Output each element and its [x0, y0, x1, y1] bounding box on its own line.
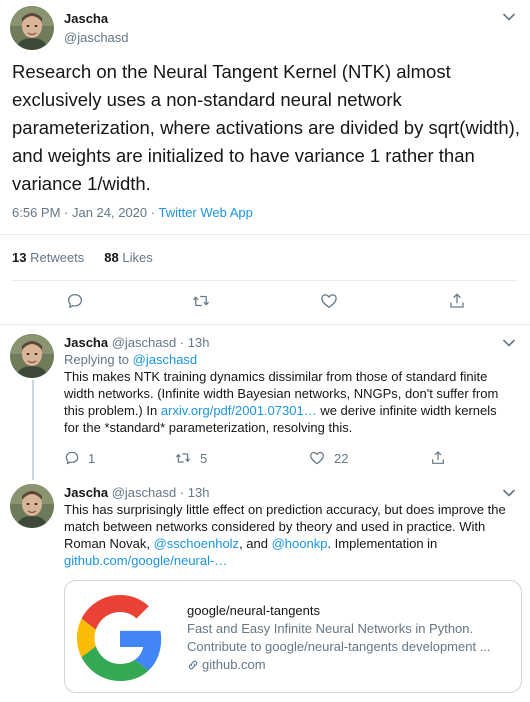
avatar[interactable]: [10, 6, 54, 50]
author-name[interactable]: Jascha: [64, 485, 108, 500]
divider: [12, 280, 518, 281]
like-count: 88: [104, 250, 119, 265]
reply-body: Jascha @jaschasd · 13h This has surprisi…: [64, 484, 514, 569]
likes-stat[interactable]: 88 Likes: [104, 250, 152, 265]
retweets-stat[interactable]: 13 Retweets: [12, 250, 84, 265]
reply-tweet-1[interactable]: Jascha @jaschasd · 13h Replying to @jasc…: [10, 334, 520, 474]
avatar[interactable]: [10, 334, 54, 378]
like-action[interactable]: 22: [308, 450, 348, 466]
reply-actions: 1 5 22: [64, 450, 484, 470]
mention-hoonkp[interactable]: @hoonkp: [272, 536, 328, 551]
tweet-stats: 13 Retweets 88 Likes: [12, 250, 173, 265]
divider: [0, 234, 530, 235]
heart-icon[interactable]: [308, 450, 326, 466]
share-icon[interactable]: [446, 290, 468, 312]
reply-time[interactable]: · 13h: [180, 485, 210, 500]
chevron-down-icon[interactable]: [502, 10, 516, 29]
divider: [0, 324, 530, 325]
reply-body: Jascha @jaschasd · 13h Replying to @jasc…: [64, 334, 514, 436]
retweet-icon[interactable]: [174, 450, 192, 466]
replying-to-mention[interactable]: @jaschasd: [133, 352, 198, 367]
replying-prefix: Replying to: [64, 352, 133, 367]
reply-tweet-2[interactable]: Jascha @jaschasd · 13h This has surprisi…: [10, 484, 520, 574]
google-g-logo: [77, 595, 162, 681]
replying-to: Replying to @jaschasd: [64, 351, 514, 368]
reply-icon[interactable]: [64, 450, 80, 466]
like-label: Likes: [122, 250, 153, 265]
reply-action[interactable]: 1: [64, 450, 95, 466]
card-domain-text: github.com: [202, 657, 266, 672]
heart-icon[interactable]: [318, 290, 340, 312]
card-title: google/neural-tangents: [187, 603, 320, 618]
reply-header: Jascha @jaschasd · 13h: [64, 484, 514, 501]
card-body: google/neural-tangents Fast and Easy Inf…: [187, 602, 517, 674]
retweet-label: Retweets: [30, 250, 85, 265]
tweet-text: Research on the Neural Tangent Kernel (N…: [12, 61, 520, 194]
author-handle[interactable]: @jaschasd: [112, 485, 177, 500]
author-handle[interactable]: @jaschasd: [112, 335, 177, 350]
link-icon: [188, 660, 198, 670]
card-domain: github.com: [187, 656, 517, 674]
link-card[interactable]: google/neural-tangents Fast and Easy Inf…: [64, 580, 522, 693]
author-name[interactable]: Jascha: [64, 10, 129, 27]
reply-text: This has surprisingly little effect on p…: [64, 501, 514, 569]
author-name[interactable]: Jascha: [64, 335, 108, 350]
tweet-meta: 6:56 PM · Jan 24, 2020 · Twitter Web App: [12, 205, 253, 220]
card-description-line1: Fast and Easy Infinite Neural Networks i…: [187, 621, 474, 636]
main-actions: [0, 290, 530, 314]
retweet-action[interactable]: 5: [174, 450, 207, 466]
reply-icon[interactable]: [64, 290, 86, 312]
mention-sschoenholz[interactable]: @sschoenholz: [154, 536, 239, 551]
arxiv-link[interactable]: arxiv.org/pdf/2001.07301…: [161, 403, 317, 418]
main-tweet-header: Jascha @jaschasd: [10, 6, 129, 50]
card-description-line2: Contribute to google/neural-tangents dev…: [187, 639, 491, 654]
reply-time[interactable]: · 13h: [180, 335, 210, 350]
retweet-count: 5: [200, 450, 208, 466]
share-action[interactable]: [430, 450, 446, 466]
reply-header: Jascha @jaschasd · 13h: [64, 334, 514, 351]
avatar[interactable]: [10, 484, 54, 528]
source-app-link[interactable]: Twitter Web App: [158, 205, 252, 220]
reply-count: 1: [88, 450, 96, 466]
author-handle[interactable]: @jaschasd: [64, 29, 129, 46]
reply-text-part3: . Implementation in: [327, 536, 438, 551]
timestamp[interactable]: 6:56 PM · Jan 24, 2020 ·: [12, 205, 158, 220]
reply-text: This makes NTK training dynamics dissimi…: [64, 368, 514, 436]
retweet-count: 13: [12, 250, 27, 265]
retweet-icon[interactable]: [190, 290, 212, 312]
chevron-down-icon[interactable]: [502, 336, 516, 355]
like-count: 22: [334, 450, 349, 466]
github-link[interactable]: github.com/google/neural-…: [64, 553, 227, 568]
reply-text-part2: , and: [239, 536, 272, 551]
share-icon[interactable]: [430, 450, 446, 466]
chevron-down-icon[interactable]: [502, 486, 516, 505]
